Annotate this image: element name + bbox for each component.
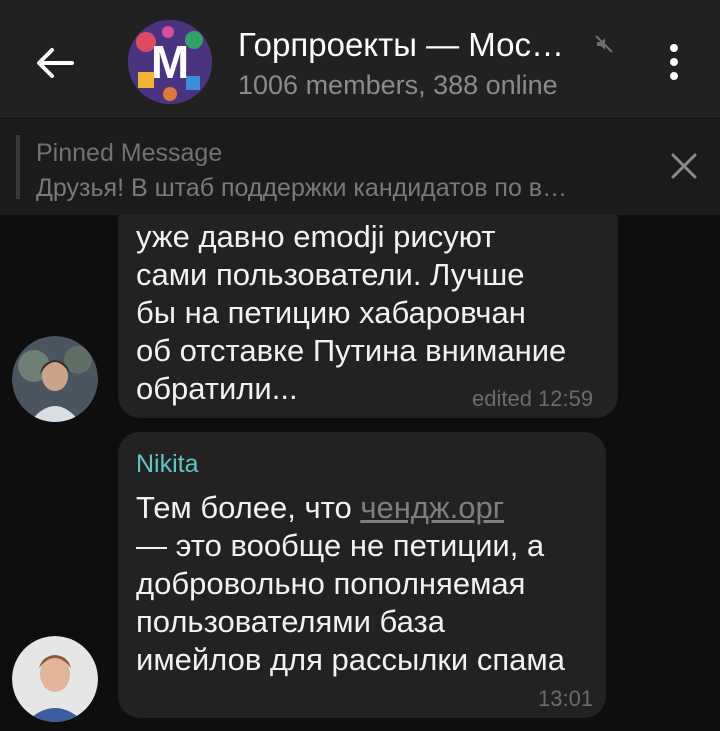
message-line: уже давно emodji рисуют (136, 219, 496, 254)
message-line: пользователями база (136, 604, 445, 639)
chat-header: M Горпроекты — Мос… 1006 members, 388 on… (0, 0, 720, 118)
back-button[interactable] (28, 38, 84, 88)
chat-title[interactable]: Горпроекты — Мос… (238, 26, 598, 64)
message-text: уже давно emodji рисуют сами пользовател… (136, 218, 566, 408)
sender-name[interactable]: Nikita (136, 450, 199, 479)
pinned-indicator (16, 135, 20, 199)
message-line: сами пользователи. Лучше (136, 257, 525, 292)
pinned-close-button[interactable] (664, 146, 704, 186)
message-time: 13:01 (538, 686, 594, 711)
message-line: добровольно пополняемая (136, 566, 526, 601)
pinned-message-bar[interactable]: Pinned Message Друзья! В штаб поддержки … (0, 118, 720, 215)
message-line-prefix: Тем более, что (136, 490, 361, 525)
muted-icon (594, 34, 614, 54)
arrow-left-icon (37, 48, 74, 78)
message-line: — это вообще не петиции, а (136, 528, 545, 563)
message-bubble[interactable]: уже давно emodji рисуют сами пользовател… (118, 200, 618, 418)
avatar[interactable] (12, 636, 98, 722)
message-link[interactable]: чендж.орг (360, 490, 504, 525)
group-avatar[interactable]: M (128, 20, 212, 104)
more-vertical-icon (670, 44, 678, 80)
message-line: имейлов для рассылки спама (136, 642, 565, 677)
message-time: edited 12:59 (472, 386, 594, 411)
pinned-text: Друзья! В штаб поддержки кандидатов по в… (36, 174, 568, 202)
close-icon (671, 153, 697, 179)
more-menu-button[interactable] (660, 40, 688, 84)
message-line: бы на петицию хабаровчан (136, 295, 526, 330)
group-avatar-letter: M (150, 36, 190, 88)
pinned-title: Pinned Message (36, 139, 223, 167)
message-text: Тем более, что чендж.орг — это вообще не… (136, 489, 565, 679)
chat-member-count: 1006 members, 388 online (238, 70, 558, 100)
message-line: об отставке Путина внимание (136, 333, 567, 368)
message-line: Тем более, что чендж.орг (136, 489, 565, 527)
avatar[interactable] (12, 336, 98, 422)
message-bubble[interactable]: Nikita Тем более, что чендж.орг — это во… (118, 432, 606, 718)
